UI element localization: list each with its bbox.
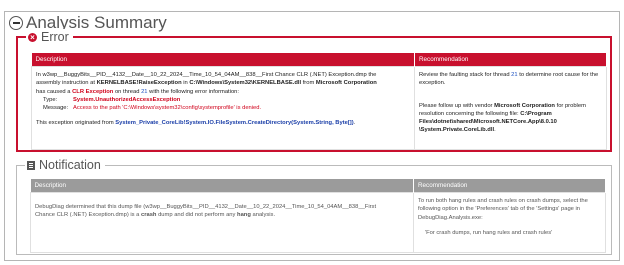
desc-text: This exception originated from [36,120,116,127]
module-path: C:\Windows\System32\KERNELBASE.dll [189,80,302,87]
table-header-row: Description Recommendation [31,53,607,67]
analysis-kind: hang [237,212,251,219]
rec-text: Please follow up with vendor [419,102,495,109]
error-section-header: × Error [26,29,73,45]
desc-text: In w3wp__BuggyBits__PID__4132__Date__10_… [36,72,377,78]
notification-recommendation-cell: To run both hang rules and crash rules o… [413,192,606,253]
notification-section: Notification Description Recommendation … [16,157,612,255]
error-section-title: Error [41,30,69,44]
error-recommendation-cell: Review the faulting stack for thread 21 … [414,66,607,150]
rec-text: 'For crash dumps, run hang rules and cra… [425,229,553,236]
rec-text: exception. [419,80,446,87]
minus-circle-icon[interactable] [9,16,23,30]
file-path: \System.Private.CoreLib.dll [419,127,495,134]
desc-text: analysis. [250,212,276,219]
desc-text: from [301,80,316,87]
vendor-name: Microsoft Corporation [315,80,377,87]
desc-text: DebugDiag determined that this dump file… [35,204,377,210]
error-table: Description Recommendation In w3wp__Bugg… [31,53,607,150]
table-row: In w3wp__BuggyBits__PID__4132__Date__10_… [31,66,607,150]
rec-text: for problem [554,102,586,109]
error-description-cell: In w3wp__BuggyBits__PID__4132__Date__10_… [31,66,415,150]
notification-description-cell: DebugDiag determined that this dump file… [30,192,414,253]
rec-text: Review the faulting stack for thread [419,72,512,78]
file-path: C:\Program [520,110,552,117]
function-name: KERNELBASE!RaiseException [96,80,182,87]
error-x-icon: × [28,32,37,42]
rec-text: To run both hang rules and crash rules o… [418,198,588,204]
exception-kind: CLR Exception [72,88,114,95]
error-section: × Error Description Recommendation In w3… [16,29,612,152]
desc-text: with the following error information: [147,88,240,95]
table-row: DebugDiag determined that this dump file… [30,192,606,253]
exception-type: System.UnauthorizedAccessException [73,96,181,103]
rec-text: DebugDiag.Analysis.exe: [418,214,483,221]
desc-text: . [353,120,356,127]
desc-text: has caused a [36,88,73,95]
notification-icon [27,160,35,170]
message-label: Message: [43,105,69,112]
desc-text: Chance CLR (.NET) Exception.dmp) is a [35,212,141,219]
type-label: Type: [43,96,58,103]
column-header-description: Description [30,179,414,193]
rec-text: following option in the 'Preferences' ta… [418,206,581,213]
rec-text: resolution concerning the following file… [419,110,521,117]
dump-kind: crash [141,212,157,219]
file-path: Files\dotnet\shared\Microsoft.NETCore.Ap… [419,119,557,126]
notification-section-header: Notification [25,157,105,173]
rec-text: . [494,127,496,134]
desc-text: on thread [113,88,142,95]
exception-message: Access to the path 'C:\Windows\system32\… [73,105,262,112]
column-header-description: Description [31,53,415,67]
rec-text: to determine root cause for the [517,72,599,78]
desc-text: dump and did not perform any [156,212,238,219]
origin-function-link[interactable]: System_Private_CoreLib!System.IO.FileSys… [115,120,353,126]
column-header-recommendation: Recommendation [414,53,607,67]
column-header-recommendation: Recommendation [413,179,606,193]
desc-text: assembly instruction at [36,80,97,87]
notification-table: Description Recommendation DebugDiag det… [30,179,606,253]
vendor-name: Microsoft Corporation [494,102,555,109]
table-header-row: Description Recommendation [30,179,606,193]
notification-section-title: Notification [39,158,101,172]
